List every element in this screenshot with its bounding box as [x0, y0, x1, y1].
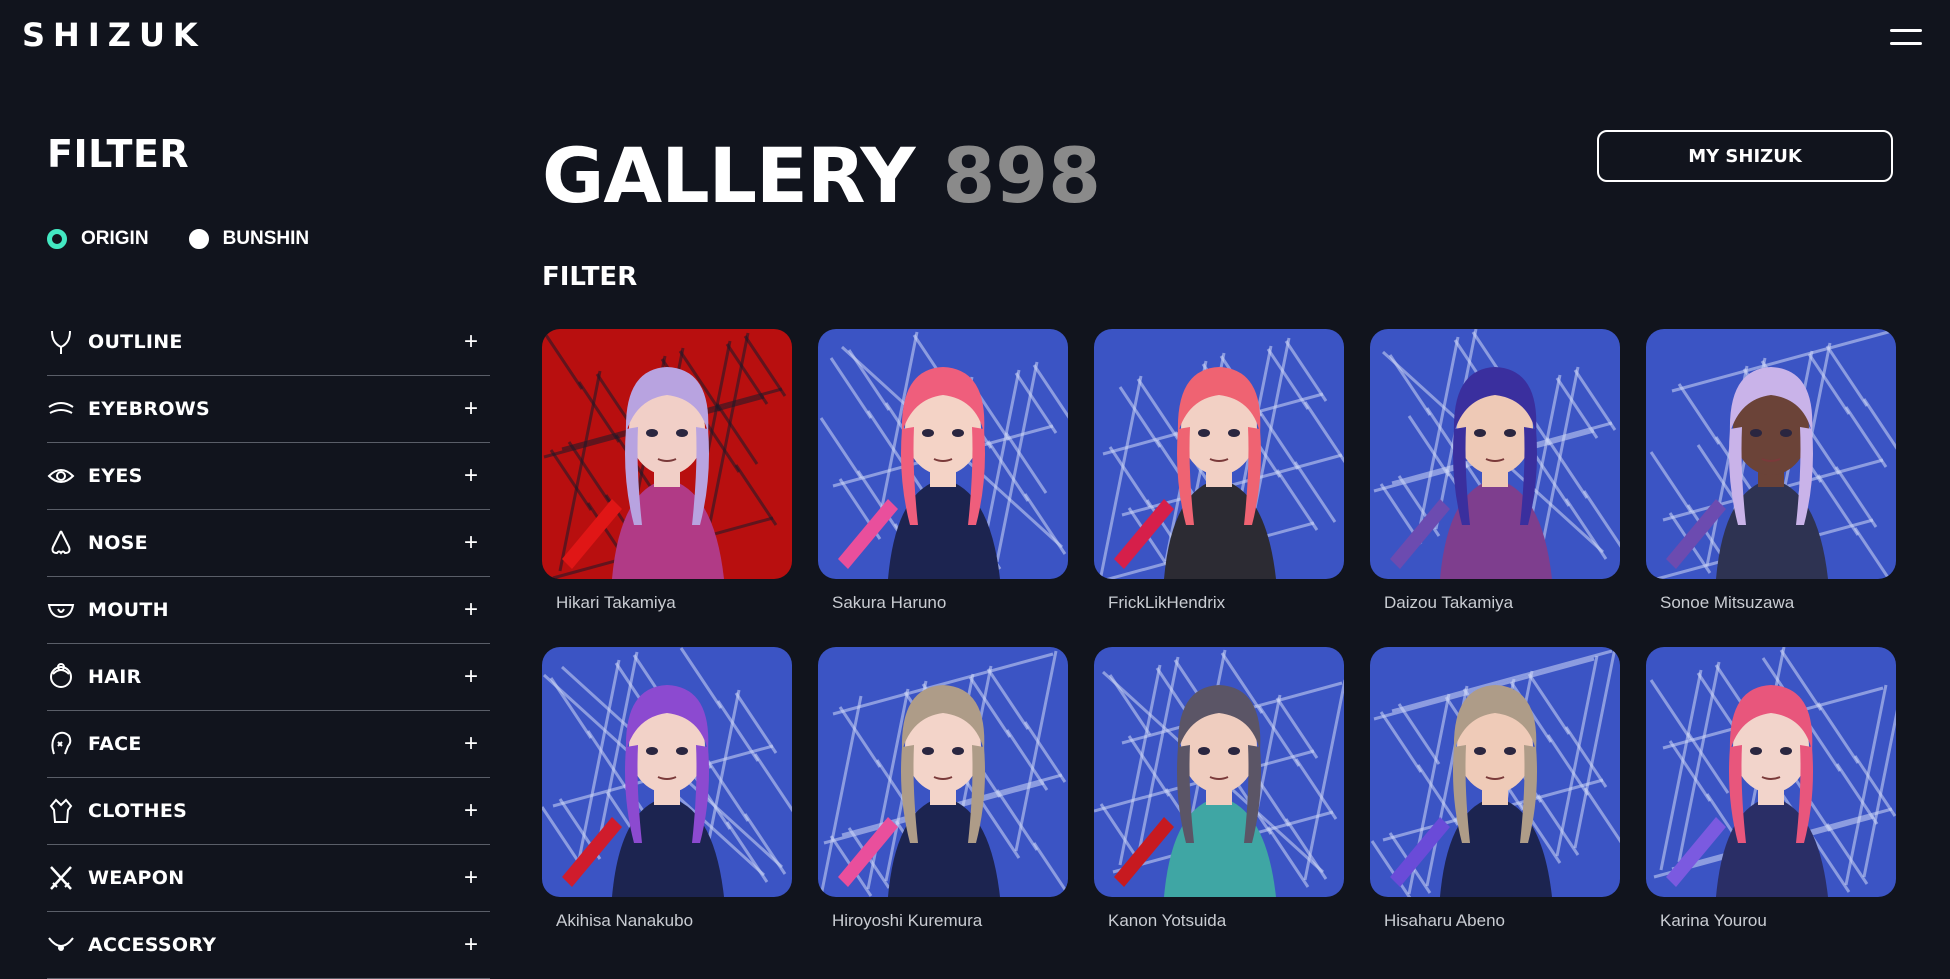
- gallery-grid: Hikari Takamiya Sakura Haruno FrickLikHend…: [542, 329, 1896, 965]
- character-name: Karina Yourou: [1660, 911, 1767, 930]
- trait-list: OUTLINE + EYEBROWS + EYES + NOSE + MOUTH + HAIR + FA…: [47, 309, 490, 979]
- type-radio-group: ORIGIN BUNSHIN: [47, 228, 309, 250]
- gallery-card[interactable]: Kanon Yotsuida: [1094, 647, 1344, 965]
- gallery-card[interactable]: Hikari Takamiya: [542, 329, 792, 647]
- character-name: Kanon Yotsuida: [1108, 911, 1227, 930]
- filter-sidebar: FILTER ORIGIN BUNSHIN OUTLINE + EYEBROWS + E…: [47, 128, 490, 979]
- radio-origin-label: ORIGIN: [81, 228, 149, 249]
- gallery-card[interactable]: Akihisa Nanakubo: [542, 647, 792, 965]
- logo-text: SHIZUK: [22, 16, 206, 54]
- nose-icon: [47, 529, 75, 557]
- weapon-icon: [47, 864, 75, 892]
- gallery-card[interactable]: FrickLikHendrix: [1094, 329, 1344, 647]
- character-name: Sonoe Mitsuzawa: [1660, 593, 1795, 612]
- plus-icon[interactable]: +: [464, 531, 478, 555]
- eye-icon: [47, 462, 75, 490]
- gallery-heading: GALLERY 898: [542, 128, 1101, 224]
- trait-label: NOSE: [88, 532, 148, 554]
- character-name: FrickLikHendrix: [1108, 593, 1226, 612]
- character-name: Daizou Takamiya: [1384, 593, 1514, 612]
- trait-face[interactable]: FACE +: [47, 711, 490, 778]
- character-thumbnail[interactable]: [1646, 647, 1896, 897]
- character-thumbnail[interactable]: [542, 329, 792, 579]
- outline-icon: [47, 328, 75, 356]
- trait-label: WEAPON: [88, 867, 185, 889]
- trait-label: OUTLINE: [88, 331, 183, 353]
- character-name: Hikari Takamiya: [556, 593, 676, 612]
- character-thumbnail[interactable]: [1094, 647, 1344, 897]
- face-icon: [47, 730, 75, 758]
- character-thumbnail[interactable]: [1646, 329, 1896, 579]
- trait-label: EYEBROWS: [88, 398, 211, 420]
- character-name: Hisaharu Abeno: [1384, 911, 1505, 930]
- trait-eyes[interactable]: EYES +: [47, 443, 490, 510]
- plus-icon[interactable]: +: [464, 464, 478, 488]
- hamburger-menu-icon[interactable]: [1890, 27, 1922, 47]
- plus-icon[interactable]: +: [464, 330, 478, 354]
- gallery-count: 898: [942, 131, 1102, 220]
- character-name: Hiroyoshi Kuremura: [832, 911, 983, 930]
- character-thumbnail[interactable]: [1370, 647, 1620, 897]
- hair-icon: [47, 663, 75, 691]
- character-thumbnail[interactable]: [818, 329, 1068, 579]
- plus-icon[interactable]: +: [464, 397, 478, 421]
- eyebrows-icon: [47, 395, 75, 423]
- plus-icon[interactable]: +: [464, 866, 478, 890]
- gallery-card[interactable]: Sakura Haruno: [818, 329, 1068, 647]
- trait-nose[interactable]: NOSE +: [47, 510, 490, 577]
- character-thumbnail[interactable]: [1370, 329, 1620, 579]
- character-thumbnail[interactable]: [1094, 329, 1344, 579]
- plus-icon[interactable]: +: [464, 665, 478, 689]
- mouth-icon: [47, 596, 75, 624]
- shizuk-logo[interactable]: SHIZUK: [22, 18, 206, 52]
- radio-bunshin[interactable]: BUNSHIN: [188, 228, 310, 250]
- gallery-card[interactable]: Hiroyoshi Kuremura: [818, 647, 1068, 965]
- trait-outline[interactable]: OUTLINE +: [47, 309, 490, 376]
- radio-bunshin-label: BUNSHIN: [222, 228, 310, 249]
- radio-selected-icon: [47, 229, 67, 249]
- character-thumbnail[interactable]: [818, 647, 1068, 897]
- trait-label: ACCESSORY: [88, 934, 217, 956]
- trait-clothes[interactable]: CLOTHES +: [47, 778, 490, 845]
- radio-origin[interactable]: ORIGIN: [47, 228, 149, 250]
- plus-icon[interactable]: +: [464, 933, 478, 957]
- gallery-card[interactable]: Hisaharu Abeno: [1370, 647, 1620, 965]
- trait-label: HAIR: [88, 666, 142, 688]
- plus-icon[interactable]: +: [464, 799, 478, 823]
- plus-icon[interactable]: +: [464, 732, 478, 756]
- gallery-card[interactable]: Sonoe Mitsuzawa: [1646, 329, 1896, 647]
- filter-section-label: FILTER: [542, 262, 638, 292]
- character-name: Sakura Haruno: [832, 593, 947, 612]
- gallery-title: GALLERY: [542, 131, 915, 220]
- trait-eyebrows[interactable]: EYEBROWS +: [47, 376, 490, 443]
- trait-hair[interactable]: HAIR +: [47, 644, 490, 711]
- radio-unselected-icon: [188, 229, 209, 249]
- gallery-card[interactable]: Daizou Takamiya: [1370, 329, 1620, 647]
- accessory-icon: [47, 931, 75, 959]
- character-thumbnail[interactable]: [542, 647, 792, 897]
- trait-label: EYES: [88, 465, 143, 487]
- clothes-icon: [47, 797, 75, 825]
- trait-label: MOUTH: [88, 599, 169, 621]
- trait-weapon[interactable]: WEAPON +: [47, 845, 490, 912]
- trait-mouth[interactable]: MOUTH +: [47, 577, 490, 644]
- plus-icon[interactable]: +: [464, 598, 478, 622]
- trait-label: CLOTHES: [88, 800, 188, 822]
- my-shizuk-button[interactable]: MY SHIZUK: [1597, 130, 1893, 182]
- character-name: Akihisa Nanakubo: [556, 911, 694, 930]
- sidebar-title: FILTER: [47, 132, 190, 176]
- gallery-card[interactable]: Karina Yourou: [1646, 647, 1896, 965]
- trait-label: FACE: [88, 733, 142, 755]
